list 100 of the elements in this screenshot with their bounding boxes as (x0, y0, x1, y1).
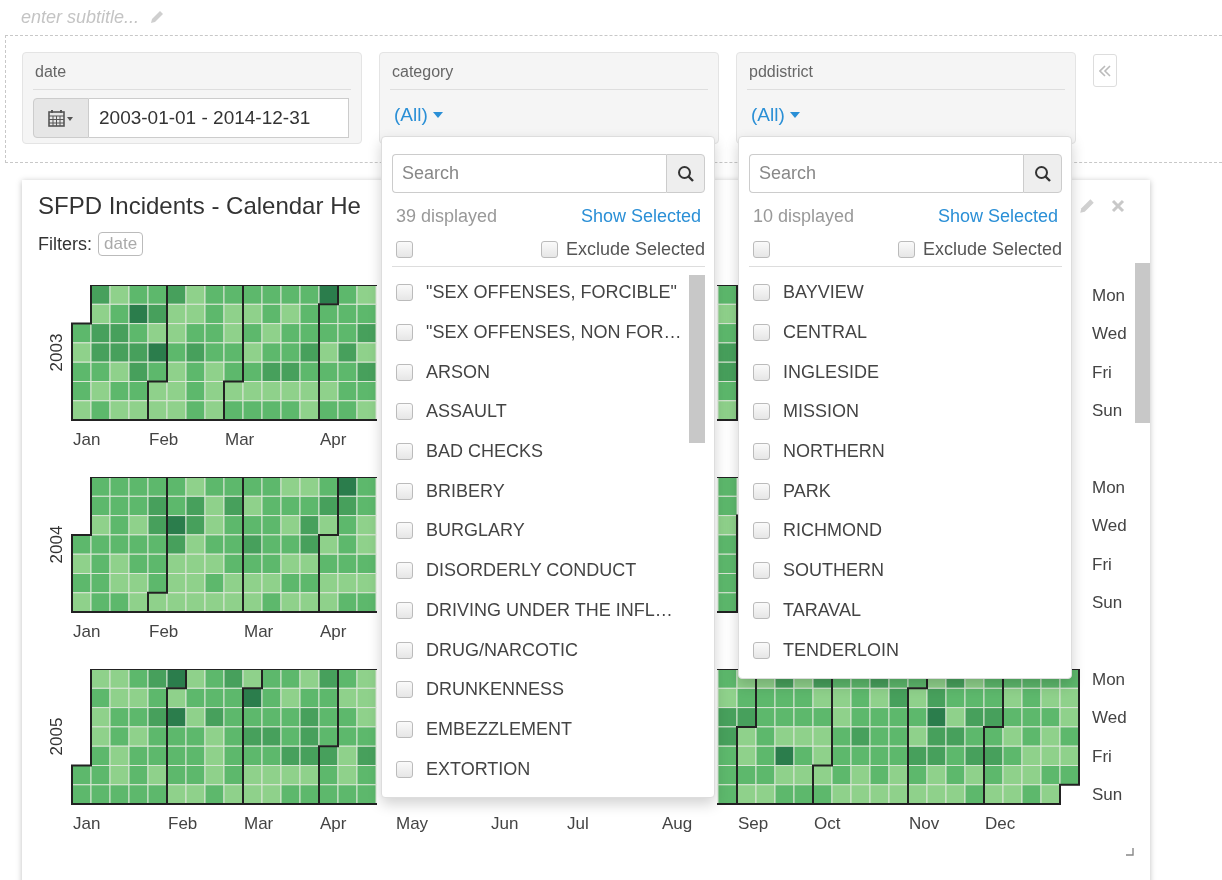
list-item-label[interactable]: ARSON (426, 361, 490, 383)
list-item-label[interactable]: DRUG/NARCOTIC (426, 639, 578, 661)
list-item-label[interactable]: NORTHERN (783, 441, 885, 463)
checkbox[interactable] (753, 241, 770, 258)
checkbox[interactable] (753, 562, 770, 580)
checkbox[interactable] (753, 324, 770, 342)
list-item-label[interactable]: MISSION (783, 401, 859, 423)
caret-icon (431, 111, 444, 119)
month-label: Jan (73, 430, 101, 449)
checkbox[interactable] (396, 522, 413, 540)
checkbox[interactable] (753, 522, 770, 540)
month-label: Feb (168, 814, 198, 833)
count-text: 10 displayed (753, 206, 855, 227)
resize-handle-icon[interactable] (1126, 848, 1134, 856)
filters-label: Filters: (38, 233, 92, 255)
checkbox[interactable] (396, 562, 413, 580)
collapse-button[interactable] (1093, 54, 1117, 87)
month-label: Apr (320, 430, 347, 449)
show-selected-link[interactable]: Show Selected (937, 206, 1058, 227)
double-chevron-left-icon (1099, 64, 1111, 77)
month-label: Jul (567, 814, 589, 833)
month-label: Jun (491, 814, 519, 833)
search-button[interactable] (1023, 154, 1062, 193)
checkbox[interactable] (753, 363, 770, 381)
weekday-label: Wed (1092, 324, 1127, 344)
checkbox[interactable] (396, 601, 413, 619)
list-item-label[interactable]: BRIBERY (426, 480, 505, 502)
list-item-label[interactable]: SOUTHERN (783, 560, 884, 582)
search-icon (1033, 164, 1052, 183)
search-button[interactable] (666, 154, 705, 193)
checkbox[interactable] (396, 241, 413, 258)
scrollbar-thumb[interactable] (689, 275, 705, 443)
month-label: Dec (985, 814, 1016, 833)
list-item-label[interactable]: RICHMOND (783, 520, 882, 542)
checkbox[interactable] (396, 720, 413, 738)
search-field[interactable]: Search (749, 154, 1023, 193)
filter-label: date (33, 53, 351, 90)
list-item-label[interactable]: "SEX OFFENSES, FORCIBLE" (426, 282, 677, 304)
checkbox[interactable] (396, 760, 413, 778)
month-label: Jan (73, 814, 101, 833)
list-item-label[interactable]: TENDERLOIN (783, 639, 899, 661)
checkbox[interactable] (396, 641, 413, 659)
year-label: 2004 (47, 525, 66, 564)
month-label: Apr (320, 622, 347, 641)
list-item-label[interactable]: EMBEZZLEMENT (426, 718, 572, 740)
list-item-label[interactable]: INGLESIDE (783, 361, 880, 383)
checkbox[interactable] (396, 443, 413, 461)
checkbox-label[interactable]: Exclude Selected (565, 239, 705, 260)
weekday-label: Fri (1092, 554, 1112, 574)
checkbox[interactable] (753, 482, 770, 500)
checkbox[interactable] (540, 241, 558, 258)
list-item-label[interactable]: DISORDERLY CONDUCT (426, 560, 637, 582)
weekday-label: Fri (1092, 362, 1112, 382)
list-item-label[interactable]: PARK (783, 480, 831, 502)
list-item-label[interactable]: DRUNKENNESS (426, 679, 565, 701)
checkbox-label[interactable]: Exclude Selected (922, 239, 1062, 260)
checkbox[interactable] (396, 403, 413, 421)
list-item-label[interactable]: ASSAULT (426, 401, 507, 423)
weekday-label: Sun (1092, 593, 1123, 613)
weekday-label: Mon (1092, 477, 1126, 497)
checkbox[interactable] (396, 482, 413, 500)
checkbox[interactable] (396, 681, 413, 699)
checkbox[interactable] (753, 601, 770, 619)
date-range-field[interactable]: 2003-01-01 - 2014-12-31 (89, 98, 349, 138)
weekday-label: Sun (1092, 785, 1123, 805)
list-item-label[interactable]: EXTORTION (426, 758, 531, 780)
checkbox[interactable] (753, 443, 770, 461)
list-item-label[interactable]: BURGLARY (426, 520, 525, 542)
weekday-label: Fri (1092, 746, 1112, 766)
filter-label: pddistrict (747, 53, 1065, 90)
count-text: 39 displayed (396, 206, 498, 227)
weekday-label: Mon (1092, 285, 1126, 305)
checkbox[interactable] (753, 403, 770, 421)
close-icon[interactable] (1110, 198, 1126, 214)
scrollbar-thumb[interactable] (1135, 263, 1150, 423)
checkbox[interactable] (396, 363, 413, 381)
list-item-label[interactable]: DRIVING UNDER THE INFL… (426, 599, 673, 621)
show-selected-link[interactable]: Show Selected (580, 206, 701, 227)
checkbox[interactable] (396, 324, 413, 342)
checkbox[interactable] (753, 284, 770, 302)
month-label: Sep (738, 814, 769, 833)
calendar-button[interactable] (33, 98, 89, 138)
year-label: 2003 (47, 333, 66, 372)
chart-title: SFPD Incidents - Calendar He (38, 192, 361, 220)
month-label: Nov (909, 814, 940, 833)
search-field[interactable]: Search (392, 154, 666, 193)
month-label: Mar (244, 622, 274, 641)
pencil-icon[interactable] (1078, 197, 1096, 215)
month-label: Oct (814, 814, 841, 833)
checkbox[interactable] (897, 241, 915, 258)
list-item-label[interactable]: "SEX OFFENSES, NON FOR… (426, 322, 682, 344)
list-item-label[interactable]: TARAVAL (783, 599, 862, 621)
list-item-label[interactable]: BAYVIEW (783, 282, 864, 304)
list-item-label[interactable]: CENTRAL (783, 322, 867, 344)
checkbox[interactable] (396, 284, 413, 302)
list-item-label[interactable]: BAD CHECKS (426, 441, 544, 463)
checkbox[interactable] (753, 641, 770, 659)
month-label: May (396, 814, 429, 833)
month-label: Mar (244, 814, 274, 833)
pencil-icon[interactable] (149, 8, 166, 25)
